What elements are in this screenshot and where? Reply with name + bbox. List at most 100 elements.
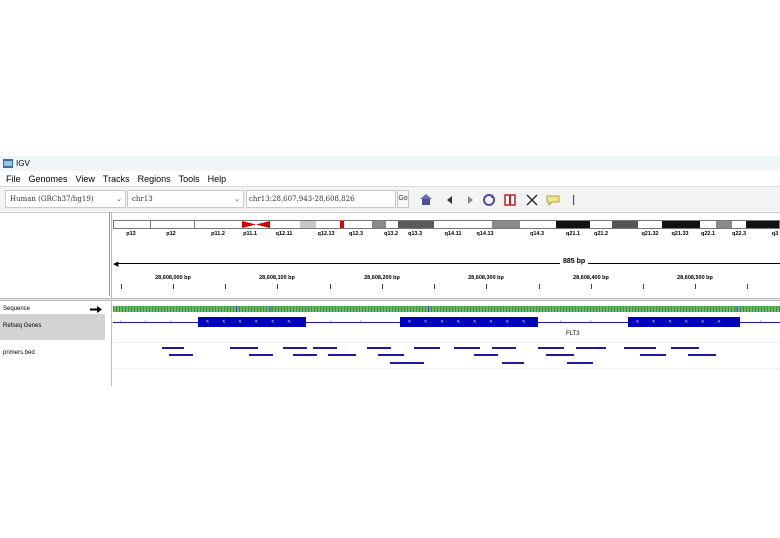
- ideogram-band: [300, 221, 316, 228]
- primer-feature[interactable]: [546, 354, 574, 356]
- primer-feature[interactable]: [378, 354, 404, 356]
- menu-file[interactable]: File: [6, 174, 21, 184]
- locus-search-input[interactable]: chr13:28,607,943-28,608,826: [246, 190, 396, 208]
- band-label: q14.3: [529, 231, 545, 237]
- chromosome-ideogram[interactable]: [113, 220, 780, 229]
- gene-exon[interactable]: < < < < < <: [198, 317, 306, 327]
- ideogram-band: [556, 221, 590, 228]
- band-label: q21.1: [565, 231, 581, 237]
- primer-feature[interactable]: [162, 347, 184, 349]
- strand-chevron-icon: ‹: [560, 319, 562, 325]
- primer-feature[interactable]: [640, 354, 666, 356]
- band-label: q13.3: [407, 231, 423, 237]
- header-data-separator[interactable]: [0, 298, 780, 301]
- primer-feature[interactable]: [492, 347, 516, 349]
- ruler-tick-label: 28,608,500 bp: [677, 275, 713, 281]
- name-panel-header: [0, 212, 110, 296]
- refseq-track-label[interactable]: Refseq Genes: [3, 323, 41, 329]
- band-label: q3: [771, 231, 779, 237]
- primer-feature[interactable]: [249, 354, 273, 356]
- span-label: 885 bp: [560, 258, 589, 265]
- ideogram-band: [716, 221, 732, 228]
- sequence-track-label[interactable]: Sequence: [3, 306, 30, 312]
- menu-view[interactable]: View: [76, 174, 95, 184]
- home-icon[interactable]: [419, 193, 433, 207]
- strand-arrow-icon[interactable]: [90, 306, 102, 313]
- window-title: IGV: [16, 159, 30, 168]
- gene-name-label: FLT3: [566, 331, 580, 337]
- strand-chevron-icon: ‹: [120, 319, 122, 325]
- refresh-icon[interactable]: [482, 193, 496, 207]
- title-bar: IGV: [0, 156, 780, 171]
- primer-feature[interactable]: [313, 347, 337, 349]
- chevron-down-icon: ⌄: [116, 195, 122, 203]
- primer-feature[interactable]: [567, 362, 593, 364]
- menu-bar: File Genomes View Tracks Regions Tools H…: [0, 171, 780, 186]
- band-label: q21.32: [641, 231, 659, 237]
- chromosome-dropdown[interactable]: chr13 ⌄: [127, 190, 244, 208]
- ruler-tick-label: 28,608,400 bp: [573, 275, 609, 281]
- sequence-track[interactable]: [113, 306, 780, 312]
- strand-chevron-icon: ‹: [590, 319, 592, 325]
- back-icon[interactable]: [443, 193, 457, 207]
- menu-help[interactable]: Help: [208, 174, 227, 184]
- strand-chevron-icon: ‹: [145, 319, 147, 325]
- ideogram-band: [344, 221, 372, 228]
- primer-feature[interactable]: [283, 347, 307, 349]
- ideogram-band: [746, 221, 779, 228]
- ruler-span-line: [117, 263, 780, 264]
- band-label: p11.2: [211, 231, 225, 237]
- band-label: q21.2: [593, 231, 609, 237]
- ideogram-band: [316, 221, 340, 228]
- ruler-tick-label: 28,608,100 bp: [259, 275, 295, 281]
- primer-feature[interactable]: [169, 354, 193, 356]
- ruler-divider: [573, 195, 575, 205]
- primer-feature[interactable]: [454, 347, 480, 349]
- primer-feature[interactable]: [671, 347, 699, 349]
- genome-dropdown[interactable]: Human (GRCh37/hg19) ⌄: [5, 190, 126, 208]
- ruler-tick: [539, 284, 540, 289]
- menu-tools[interactable]: Tools: [179, 174, 200, 184]
- primers-track-label[interactable]: primers.bed: [3, 350, 35, 356]
- ideogram-band: [520, 221, 556, 228]
- primer-feature[interactable]: [538, 347, 564, 349]
- ideogram-band: [270, 221, 300, 228]
- igv-window: IGV File Genomes View Tracks Regions Too…: [0, 156, 780, 386]
- ideogram-band: [194, 221, 243, 228]
- menu-tracks[interactable]: Tracks: [103, 174, 130, 184]
- ruler-tick: [121, 284, 122, 289]
- ideogram-band: [434, 221, 492, 228]
- primer-feature[interactable]: [502, 362, 524, 364]
- strand-chevron-icon: ‹: [360, 319, 362, 325]
- primer-feature[interactable]: [414, 347, 440, 349]
- ruler-tick: [486, 284, 487, 289]
- primer-feature[interactable]: [390, 362, 424, 364]
- ideogram-band: [732, 221, 746, 228]
- fit-icon[interactable]: [525, 193, 539, 207]
- ruler-left-arrow-icon: ◀: [113, 261, 119, 268]
- ruler-tick: [695, 284, 696, 289]
- primer-feature[interactable]: [474, 354, 498, 356]
- forward-icon[interactable]: [463, 193, 477, 207]
- ideogram-band: [372, 221, 386, 228]
- ruler-tick: [173, 284, 174, 289]
- primer-feature[interactable]: [367, 347, 391, 349]
- go-button[interactable]: Go: [397, 190, 409, 208]
- popup-info-icon[interactable]: [546, 193, 560, 207]
- primer-feature[interactable]: [688, 354, 716, 356]
- igv-app-icon: [3, 159, 13, 168]
- ideogram-band: [114, 221, 150, 228]
- menu-genomes[interactable]: Genomes: [29, 174, 68, 184]
- primer-feature[interactable]: [293, 354, 317, 356]
- primer-feature[interactable]: [328, 354, 356, 356]
- primer-feature[interactable]: [230, 347, 258, 349]
- roi-icon[interactable]: [503, 193, 517, 207]
- menu-regions[interactable]: Regions: [138, 174, 171, 184]
- band-label: q12.3: [348, 231, 364, 237]
- primer-feature[interactable]: [624, 347, 656, 349]
- gene-exon[interactable]: < < < < < <: [628, 317, 740, 327]
- ruler-tick: [747, 284, 748, 289]
- primer-feature[interactable]: [576, 347, 606, 349]
- ideogram-band: [662, 221, 700, 228]
- gene-exon[interactable]: < < < < < < < <: [400, 317, 538, 327]
